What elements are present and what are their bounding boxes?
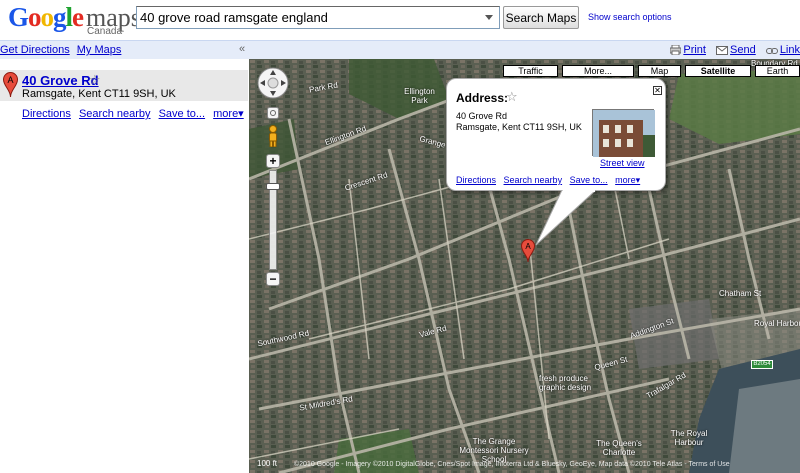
street-label: fresh produce graphic design xyxy=(539,374,592,392)
building-photo-icon xyxy=(593,110,655,157)
info-address-label: Address: xyxy=(456,91,509,105)
zoom-slider-handle[interactable] xyxy=(266,183,280,190)
star-icon[interactable]: ☆ xyxy=(506,89,518,105)
envelope-icon xyxy=(716,46,729,55)
search-input[interactable] xyxy=(137,7,467,28)
zoom-out-button[interactable]: − xyxy=(266,272,280,286)
save-to-link[interactable]: Save to... xyxy=(570,175,608,185)
zoom-in-button[interactable]: + xyxy=(266,154,280,168)
more-link[interactable]: more▾ xyxy=(213,108,244,120)
info-window: Address: ☆ 40 Grove Rd Ramsgate, Kent CT… xyxy=(446,78,666,191)
search-history-dropdown-icon[interactable] xyxy=(485,15,493,20)
info-address-line1: 40 Grove Rd xyxy=(456,111,508,121)
star-icon[interactable]: ☆ xyxy=(89,72,101,88)
result-item[interactable]: A 40 Grove Rd ☆ Ramsgate, Kent CT11 9SH,… xyxy=(0,70,248,101)
print-item[interactable]: Print xyxy=(670,44,709,56)
logo-region: Canada xyxy=(87,26,123,37)
street-label: The Grange Montessori Nursery School xyxy=(459,437,529,464)
result-title-link[interactable]: 40 Grove Rd xyxy=(22,73,99,88)
result-marker-icon: A xyxy=(3,72,18,98)
result-address: Ramsgate, Kent CT11 9SH, UK xyxy=(22,88,176,100)
compass-reset-icon[interactable] xyxy=(267,107,279,119)
link-link[interactable]: Link xyxy=(780,44,800,56)
toolbar-left: Get Directions My Maps xyxy=(0,44,125,56)
satellite-view-button[interactable]: Satellite xyxy=(685,65,751,77)
search-nearby-link[interactable]: Search nearby xyxy=(79,108,151,120)
map-canvas[interactable]: Park Rd Ellington Park Ellington Rd Gran… xyxy=(249,59,800,473)
info-actions: Directions Search nearby Save to... more… xyxy=(456,175,645,186)
directions-link[interactable]: Directions xyxy=(22,108,71,120)
toolbar-right: Print Send Link xyxy=(663,44,800,56)
search-maps-button[interactable]: Search Maps xyxy=(503,6,579,29)
pan-control[interactable] xyxy=(257,67,289,99)
search-nearby-link[interactable]: Search nearby xyxy=(504,175,563,185)
pegman-icon[interactable] xyxy=(267,125,279,147)
map-view-button[interactable]: Map xyxy=(638,65,681,77)
street-label: Chatham St xyxy=(719,289,762,298)
info-address-line2: Ramsgate, Kent CT11 9SH, UK xyxy=(456,122,582,132)
printer-icon xyxy=(670,45,682,55)
info-window-tail xyxy=(535,190,597,246)
svg-text:A: A xyxy=(525,242,531,251)
collapse-panel-button[interactable]: « xyxy=(239,43,245,55)
print-link[interactable]: Print xyxy=(683,44,706,56)
close-icon[interactable]: ✕ xyxy=(653,86,662,95)
road-number-sign: B2054 xyxy=(751,360,773,369)
directions-link[interactable]: Directions xyxy=(456,175,496,185)
header: Googlemaps Canada Search Maps Show searc… xyxy=(0,0,800,40)
result-actions: Directions Search nearby Save to... more… xyxy=(22,107,249,120)
traffic-button[interactable]: Traffic xyxy=(503,65,558,77)
earth-view-button[interactable]: Earth xyxy=(755,65,800,77)
search-options-link[interactable]: Show search options xyxy=(588,12,672,22)
chain-link-icon xyxy=(765,48,778,54)
send-item[interactable]: Send xyxy=(716,44,759,56)
results-panel: A 40 Grove Rd ☆ Ramsgate, Kent CT11 9SH,… xyxy=(0,59,248,473)
street-view-thumbnail[interactable] xyxy=(592,109,655,157)
map-attribution: ©2010 Google - Imagery ©2010 DigitalGlob… xyxy=(294,461,730,468)
more-layers-button[interactable]: More... xyxy=(562,65,634,77)
send-link[interactable]: Send xyxy=(730,44,756,56)
toolbar: Get Directions My Maps « Print Send Link xyxy=(0,40,800,59)
link-item[interactable]: Link xyxy=(765,44,800,56)
my-maps-link[interactable]: My Maps xyxy=(77,44,122,56)
save-to-link[interactable]: Save to... xyxy=(159,108,205,120)
street-label: Ellington Park xyxy=(404,87,435,105)
svg-text:A: A xyxy=(7,75,13,85)
logo-google: Google xyxy=(8,2,84,32)
get-directions-link[interactable]: Get Directions xyxy=(0,44,70,56)
location-marker-icon[interactable]: A xyxy=(521,239,535,263)
scale-bar: 100 ft xyxy=(257,459,278,468)
search-box xyxy=(136,6,500,29)
street-label: The Queen's Charlotte xyxy=(596,439,642,457)
street-view-link[interactable]: Street view xyxy=(600,158,645,168)
google-maps-logo[interactable]: Google maps Canada xyxy=(8,2,141,38)
street-label: The Royal Harbour xyxy=(670,429,708,447)
street-label: Royal Harbour xyxy=(754,319,800,328)
more-link[interactable]: more▾ xyxy=(615,175,640,185)
